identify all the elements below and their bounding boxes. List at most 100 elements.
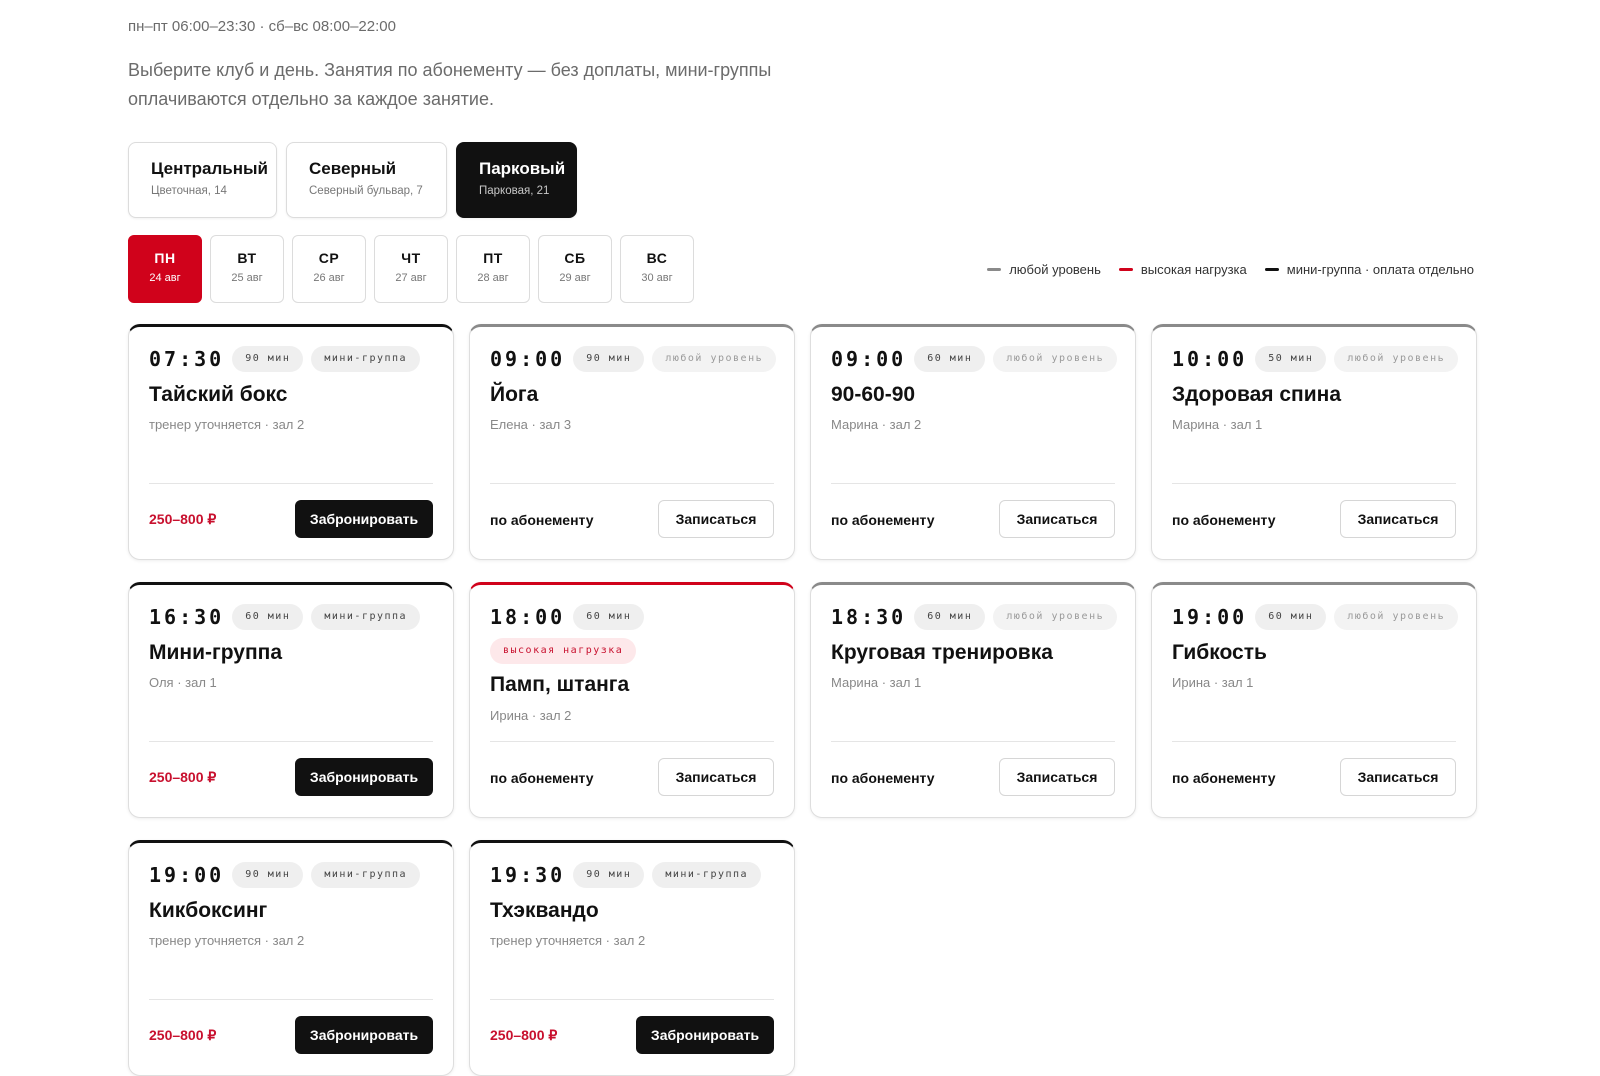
card-header: 18:30 60 мин любой уровень (831, 604, 1125, 630)
club-address: Парковая, 21 (479, 185, 550, 197)
day-tab-thu[interactable]: ЧТ 27 авг (374, 235, 448, 303)
club-name: Парковый (479, 159, 566, 178)
level-badge: любой уровень (1334, 346, 1459, 372)
card-divider (149, 483, 433, 484)
card-divider (490, 483, 774, 484)
card-divider (149, 741, 433, 742)
duration-badge: 90 мин (573, 346, 645, 372)
day-tab-mon[interactable]: ПН 24 авг (128, 235, 202, 303)
signup-button[interactable]: Записаться (658, 758, 774, 796)
club-name: Северный (309, 159, 397, 178)
day-name: ЧТ (401, 250, 421, 266)
card-header: 09:00 90 мин любой уровень (490, 346, 784, 372)
class-card: 19:00 60 мин любой уровень Гибкость Ирин… (1151, 582, 1477, 818)
day-tab-fri[interactable]: ПТ 28 авг (456, 235, 530, 303)
book-button[interactable]: Забронировать (636, 1016, 774, 1054)
class-price: по абонементу (831, 512, 935, 528)
book-button[interactable]: Забронировать (295, 500, 433, 538)
class-title: Круговая тренировка (831, 641, 1053, 664)
class-price: 250–800 ₽ (149, 511, 217, 527)
club-tab-north[interactable]: Северный Северный бульвар, 7 (286, 142, 447, 218)
legend-swatch (1118, 268, 1133, 271)
book-button[interactable]: Забронировать (295, 758, 433, 796)
legend-swatch (987, 268, 1002, 271)
class-time: 16:30 (149, 605, 225, 629)
opening-hours: пн–пт 06:00–23:30 · сб–вс 08:00–22:00 (128, 18, 396, 35)
day-date: 25 авг (231, 272, 263, 284)
duration-badge: 60 мин (232, 604, 304, 630)
class-title: Гибкость (1172, 641, 1267, 664)
card-header: 10:00 50 мин любой уровень (1172, 346, 1466, 372)
duration-badge: 60 мин (914, 346, 986, 372)
card-divider (831, 741, 1115, 742)
card-header: 16:30 60 мин мини-группа (149, 604, 428, 630)
class-meta: Марина · зал 1 (1172, 417, 1263, 432)
class-title: 90-60-90 (831, 383, 916, 406)
level-badge: любой уровень (993, 604, 1118, 630)
legend-item-mini-group: мини-группа · оплата отдельно (1264, 262, 1474, 277)
class-card: 18:00 60 мин высокая нагрузка Памп, штан… (469, 582, 795, 818)
class-meta: Оля · зал 1 (149, 675, 217, 690)
class-price: по абонементу (1172, 512, 1276, 528)
class-card: 16:30 60 мин мини-группа Мини-группа Оля… (128, 582, 454, 818)
duration-badge: 60 мин (1255, 604, 1327, 630)
class-price: по абонементу (1172, 770, 1276, 786)
legend-label: высокая нагрузка (1140, 262, 1247, 277)
intro-text: Выберите клуб и день. Занятия по абонеме… (128, 60, 772, 109)
class-time: 09:00 (831, 347, 907, 371)
class-price: по абонементу (490, 770, 594, 786)
duration-badge: 90 мин (573, 862, 645, 888)
day-name: СР (318, 250, 340, 266)
card-divider (831, 483, 1115, 484)
class-meta: тренер уточняется · зал 2 (149, 933, 305, 948)
signup-button[interactable]: Записаться (999, 758, 1115, 796)
class-meta: Ирина · зал 1 (1172, 675, 1254, 690)
class-card: 19:00 90 мин мини-группа Кикбоксинг трен… (128, 840, 454, 1076)
card-header: 09:00 60 мин любой уровень (831, 346, 1125, 372)
club-tab-central[interactable]: Центральный Цветочная, 14 (128, 142, 277, 218)
club-selector: Центральный Цветочная, 14 Северный Север… (128, 142, 577, 218)
duration-badge: 50 мин (1255, 346, 1327, 372)
day-tab-sun[interactable]: ВС 30 авг (620, 235, 694, 303)
class-price: по абонементу (490, 512, 594, 528)
signup-button[interactable]: Записаться (1340, 758, 1456, 796)
class-meta: Ирина · зал 2 (490, 708, 572, 723)
class-title: Памп, штанга (490, 673, 630, 696)
type-badge: мини-группа (311, 346, 421, 372)
class-time: 18:30 (831, 605, 907, 629)
signup-button[interactable]: Записаться (999, 500, 1115, 538)
day-tab-sat[interactable]: СБ 29 авг (538, 235, 612, 303)
book-button[interactable]: Забронировать (295, 1016, 433, 1054)
legend: любой уровень высокая нагрузка мини-груп… (987, 262, 1474, 277)
type-badge: мини-группа (652, 862, 762, 888)
signup-button[interactable]: Записаться (658, 500, 774, 538)
duration-badge: 90 мин (232, 862, 304, 888)
class-card: 09:00 60 мин любой уровень 90-60-90 Мари… (810, 324, 1136, 560)
class-card: 07:30 90 мин мини-группа Тайский бокс тр… (128, 324, 454, 560)
day-tab-tue[interactable]: ВТ 25 авг (210, 235, 284, 303)
class-title: Здоровая спина (1172, 383, 1342, 406)
day-selector: ПН 24 авг ВТ 25 авг СР 26 авг ЧТ 27 авг … (128, 235, 694, 303)
class-meta: Марина · зал 1 (831, 675, 922, 690)
card-divider (490, 741, 774, 742)
class-title: Кикбоксинг (149, 899, 268, 922)
tag-row: высокая нагрузка (490, 638, 644, 664)
legend-item-high-load: высокая нагрузка (1118, 262, 1247, 277)
class-title: Тайский бокс (149, 383, 288, 406)
level-badge: любой уровень (993, 346, 1118, 372)
club-tab-park[interactable]: Парковый Парковая, 21 (456, 142, 577, 218)
intensity-badge: высокая нагрузка (490, 638, 637, 664)
class-title: Йога (490, 383, 539, 406)
day-name: ПТ (483, 250, 503, 266)
signup-button[interactable]: Записаться (1340, 500, 1456, 538)
legend-swatch (1264, 268, 1279, 271)
class-meta: Елена · зал 3 (490, 417, 572, 432)
day-name: СБ (564, 250, 586, 266)
class-meta: тренер уточняется · зал 2 (149, 417, 305, 432)
day-tab-wed[interactable]: СР 26 авг (292, 235, 366, 303)
duration-badge: 60 мин (914, 604, 986, 630)
day-date: 28 авг (477, 272, 509, 284)
class-time: 19:00 (1172, 605, 1248, 629)
day-date: 24 авг (149, 272, 181, 284)
legend-item-any-level: любой уровень (987, 262, 1101, 277)
